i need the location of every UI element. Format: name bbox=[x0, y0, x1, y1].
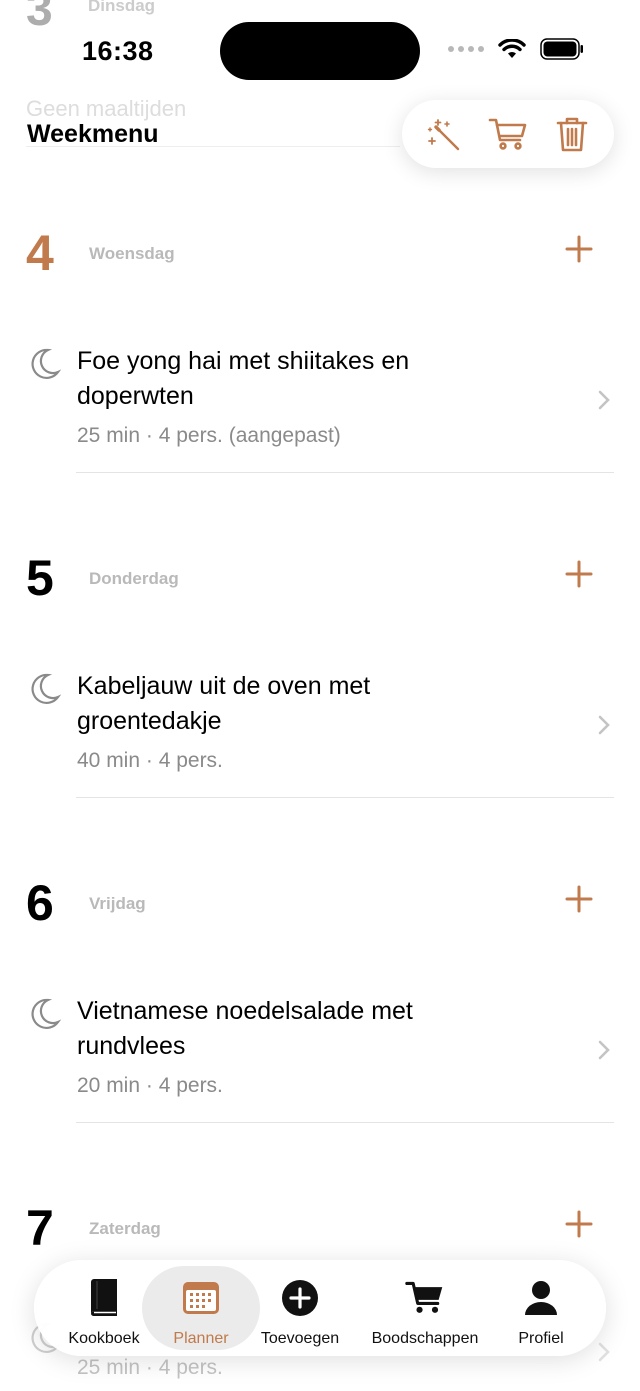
tab-bar: Kookboek Planner Toevoegen Boodschappen … bbox=[34, 1260, 606, 1356]
status-icons bbox=[448, 38, 584, 60]
clear-week-button[interactable] bbox=[552, 114, 592, 154]
tab-planner[interactable]: Planner bbox=[150, 1260, 252, 1356]
magic-wand-icon bbox=[427, 119, 460, 151]
wifi-icon bbox=[498, 39, 526, 58]
chevron-right-icon bbox=[598, 1342, 610, 1362]
divider bbox=[76, 472, 614, 473]
tab-kookboek[interactable]: Kookboek bbox=[52, 1260, 156, 1356]
meal-item[interactable]: Foe yong hai met shiitakes en doperwten … bbox=[0, 344, 640, 464]
tab-label: Kookboek bbox=[68, 1330, 140, 1347]
add-meal-button[interactable] bbox=[564, 234, 594, 264]
moon-icon bbox=[31, 998, 62, 1029]
day-name: Donderdag bbox=[89, 569, 179, 588]
tab-label: Boodschappen bbox=[371, 1330, 479, 1347]
page-title: Weekmenu bbox=[27, 120, 159, 148]
cart-icon bbox=[405, 1281, 443, 1313]
tab-boodschappen[interactable]: Boodschappen bbox=[360, 1260, 490, 1356]
tab-label: Profiel bbox=[518, 1330, 564, 1347]
previous-day-number: 3 bbox=[26, 0, 53, 36]
previous-day-empty-text: Geen maaltijden bbox=[26, 96, 187, 121]
plus-circle-icon bbox=[282, 1280, 318, 1316]
add-meal-button[interactable] bbox=[564, 884, 594, 914]
meal-title: Kabeljauw uit de oven met groentedakje bbox=[77, 672, 371, 735]
divider bbox=[76, 1122, 614, 1123]
meal-item[interactable]: Vietnamese noedelsalade met rundvlees 20… bbox=[0, 994, 640, 1114]
day-name: Woensdag bbox=[89, 244, 175, 263]
tab-label: Toevoegen bbox=[260, 1330, 340, 1347]
calendar-icon bbox=[183, 1282, 219, 1314]
day-number: 4 bbox=[26, 225, 54, 281]
tab-toevoegen[interactable]: Toevoegen bbox=[250, 1260, 350, 1356]
add-meal-button[interactable] bbox=[564, 559, 594, 589]
day-name: Zaterdag bbox=[89, 1219, 161, 1238]
person-icon bbox=[525, 1281, 557, 1315]
day-number: 7 bbox=[26, 1200, 54, 1256]
cart-icon bbox=[488, 118, 527, 150]
dynamic-island bbox=[220, 22, 420, 80]
moon-icon bbox=[31, 673, 62, 704]
chevron-right-icon bbox=[598, 390, 610, 410]
status-time: 16:38 bbox=[82, 36, 154, 66]
day-number: 6 bbox=[26, 875, 54, 931]
trash-icon bbox=[556, 117, 588, 152]
meal-meta: 25 min · 4 pers. bbox=[77, 1356, 223, 1379]
moon-icon bbox=[31, 348, 62, 379]
meal-title: Foe yong hai met shiitakes en doperwten bbox=[77, 347, 410, 410]
meal-meta: 25 min · 4 pers. (aangepast) bbox=[77, 424, 341, 447]
day-number: 5 bbox=[26, 550, 54, 606]
action-toolbar bbox=[402, 100, 614, 168]
divider bbox=[76, 797, 614, 798]
meal-title: Vietnamese noedelsalade met rundvlees bbox=[77, 997, 413, 1060]
tab-profiel[interactable]: Profiel bbox=[496, 1260, 586, 1356]
chevron-right-icon bbox=[598, 715, 610, 735]
battery-icon bbox=[540, 38, 583, 60]
day-name: Vrijdag bbox=[89, 894, 146, 913]
generate-menu-button[interactable] bbox=[424, 114, 464, 154]
previous-day-name: Dinsdag bbox=[88, 0, 156, 15]
shopping-list-button[interactable] bbox=[488, 114, 528, 154]
meal-meta: 20 min · 4 pers. bbox=[77, 1074, 223, 1097]
book-icon bbox=[91, 1279, 117, 1317]
signal-icon bbox=[448, 46, 484, 52]
chevron-right-icon bbox=[598, 1040, 610, 1060]
meal-meta: 40 min · 4 pers. bbox=[77, 749, 223, 772]
add-meal-button[interactable] bbox=[564, 1209, 594, 1239]
tab-label: Planner bbox=[173, 1330, 229, 1347]
meal-item[interactable]: Kabeljauw uit de oven met groentedakje 4… bbox=[0, 669, 640, 789]
